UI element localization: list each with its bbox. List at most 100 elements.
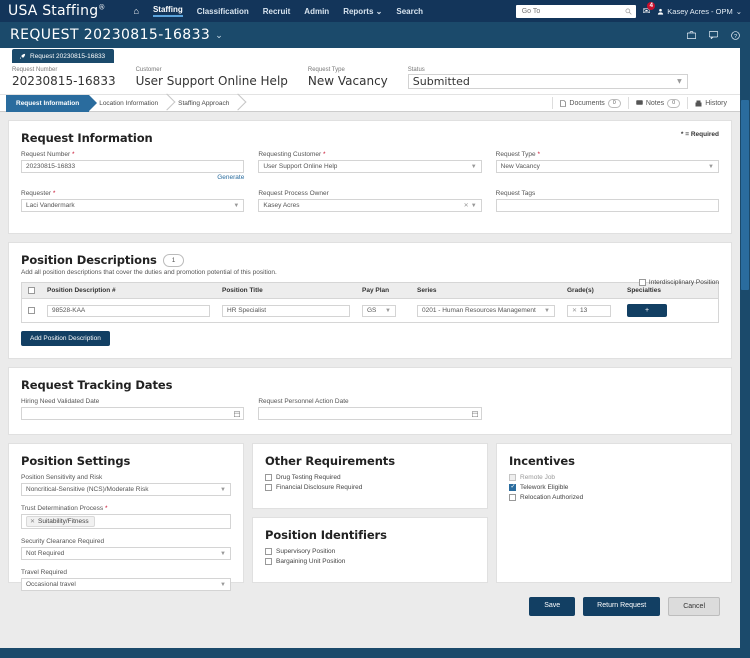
bargaining-unit-position-checkbox[interactable]: Bargaining Unit Position <box>265 558 475 566</box>
notes-count: 0 <box>667 98 681 108</box>
pd-number-value: 98528-KAA <box>52 307 86 315</box>
security-clearance-value: Not Required <box>26 550 65 558</box>
checkbox-icon[interactable] <box>28 307 35 315</box>
column-pay-plan: Pay Plan <box>356 282 411 300</box>
briefcase-icon[interactable] <box>687 30 696 40</box>
series-select[interactable]: 0201 - Human Resources Management ▼ <box>417 304 555 317</box>
checkbox-icon[interactable] <box>265 548 272 556</box>
generate-link[interactable]: Generate <box>21 174 244 181</box>
position-settings-column: Position Settings Position Sensitivity a… <box>8 443 244 592</box>
checkbox-icon[interactable] <box>265 484 272 492</box>
page-scrollbar-track[interactable] <box>740 48 750 648</box>
hiring-need-date-input[interactable] <box>21 407 245 421</box>
security-clearance-select[interactable]: Not Required ▼ <box>21 547 231 561</box>
home-icon[interactable]: ⌂ <box>134 6 139 16</box>
remove-tag-icon[interactable]: ✕ <box>30 518 35 525</box>
checkbox-icon[interactable] <box>509 494 516 502</box>
avatar-icon <box>657 8 664 15</box>
page-title-dropdown-icon[interactable]: ⌄ <box>215 30 223 41</box>
relocation-authorized-checkbox[interactable]: Relocation Authorized <box>509 494 719 502</box>
save-button[interactable]: Save <box>529 597 576 617</box>
checkbox-icon[interactable] <box>28 287 35 294</box>
goto-input[interactable] <box>519 6 632 16</box>
request-tab-strip: Request 20230815-16833 <box>0 48 740 63</box>
pay-plan-select[interactable]: GS ▼ <box>362 304 396 317</box>
nav-link-admin[interactable]: Admin <box>304 7 329 16</box>
trust-determination-tag[interactable]: ✕ Suitability/Fitness <box>26 516 95 528</box>
request-tab[interactable]: Request 20230815-16833 <box>12 49 115 63</box>
rocket-icon <box>19 53 26 60</box>
step-request-information[interactable]: Request Information <box>6 94 98 112</box>
return-request-button[interactable]: Return Request <box>583 597 661 617</box>
nav-link-reports[interactable]: Reports ⌄ <box>343 7 382 16</box>
nav-right-group: ✉4 Kasey Acres - OPM ⌄ <box>515 1 742 18</box>
step-staffing-approach[interactable]: Staffing Approach <box>168 95 239 112</box>
nav-link-search[interactable]: Search <box>396 7 423 16</box>
checkbox-icon[interactable] <box>638 279 646 286</box>
pay-plan-value: GS <box>367 307 377 315</box>
interdisciplinary-position-checkbox[interactable]: Interdisciplinary Position <box>638 279 719 286</box>
cancel-button[interactable]: Cancel <box>668 597 720 617</box>
goto-search-box[interactable] <box>515 4 636 18</box>
pd-number-input[interactable]: 98528-KAA <box>47 304 210 317</box>
add-position-description-button[interactable]: Add Position Description <box>21 331 110 347</box>
checkbox-icon[interactable] <box>265 474 272 482</box>
help-icon[interactable]: ? <box>731 30 740 40</box>
drug-testing-required-checkbox[interactable]: Drug Testing Required <box>265 474 475 482</box>
travel-required-field: Travel Required Occasional travel ▼ <box>21 569 231 592</box>
grades-input[interactable]: ✕ 13 <box>567 304 611 317</box>
trust-determination-tag-label: Suitability/Fitness <box>38 518 89 526</box>
calendar-icon[interactable] <box>471 411 478 417</box>
bottom-columns: Position Settings Position Sensitivity a… <box>8 443 732 592</box>
summary-customer: Customer User Support Online Help <box>136 67 288 88</box>
checkbox-icon[interactable] <box>265 558 272 566</box>
request-number-label: Request Number * <box>21 151 75 158</box>
mail-icon[interactable]: ✉ 4 <box>643 1 656 17</box>
requesting-customer-select[interactable]: User Support Online Help ▼ <box>258 160 482 173</box>
step-location-information[interactable]: Location Information <box>89 95 168 112</box>
hiring-need-label: Hiring Need Validated Date <box>21 398 100 406</box>
requesting-customer-label: Requesting Customer * <box>258 151 326 158</box>
status-select[interactable]: Submitted ▼ <box>407 74 688 89</box>
history-link[interactable]: History <box>687 97 734 109</box>
financial-disclosure-required-checkbox[interactable]: Financial Disclosure Required <box>265 484 475 492</box>
supervisory-position-checkbox[interactable]: Supervisory Position <box>265 548 475 556</box>
request-type-select[interactable]: New Vacancy ▼ <box>495 160 719 173</box>
request-tags-input[interactable] <box>495 199 719 212</box>
checkbox-icon[interactable] <box>509 483 516 492</box>
nav-link-staffing[interactable]: Staffing <box>152 5 183 17</box>
clear-icon[interactable]: ✕ <box>464 202 469 209</box>
remove-icon[interactable]: ✕ <box>572 307 577 314</box>
page-title: REQUEST 20230815-16833 <box>10 27 211 43</box>
position-descriptions-heading: Position Descriptions <box>21 253 157 267</box>
nav-link-classification[interactable]: Classification <box>197 7 249 16</box>
chevron-down-icon: ▼ <box>544 307 550 314</box>
nav-link-recruit[interactable]: Recruit <box>263 7 291 16</box>
calendar-icon[interactable] <box>234 411 241 417</box>
travel-required-select[interactable]: Occasional travel ▼ <box>21 578 231 592</box>
position-title-value: HR Specialist <box>227 307 267 315</box>
chevron-down-icon: ▼ <box>470 202 477 209</box>
request-number-input[interactable]: 20230815-16833 <box>21 160 245 173</box>
summary-request-number: Request Number 20230815-16833 <box>12 67 116 88</box>
mail-badge: 4 <box>647 1 656 10</box>
page-scrollbar-thumb[interactable] <box>741 100 749 290</box>
request-process-owner-select[interactable]: Kasey Acres ✕ ▼ <box>258 199 482 212</box>
document-icon <box>560 99 567 107</box>
documents-label: Documents <box>569 99 605 107</box>
trust-determination-input[interactable]: ✕ Suitability/Fitness <box>21 514 231 530</box>
chevron-down-icon: ▼ <box>220 486 226 493</box>
requester-select[interactable]: Laci Vandermark ▼ <box>21 199 245 212</box>
position-sensitivity-select[interactable]: Noncritical-Sensitive (NCS)/Moderate Ris… <box>21 483 231 497</box>
trust-determination-label: Trust Determination Process * <box>21 505 108 513</box>
summary-label: Request Number <box>12 67 58 73</box>
chat-icon[interactable] <box>709 30 718 40</box>
search-icon <box>625 8 632 15</box>
user-menu[interactable]: Kasey Acres - OPM ⌄ <box>657 7 742 16</box>
notes-link[interactable]: Notes 0 <box>627 97 687 109</box>
add-specialty-button[interactable]: + <box>627 304 667 318</box>
documents-link[interactable]: Documents 0 <box>552 97 627 109</box>
position-title-input[interactable]: HR Specialist <box>222 304 350 317</box>
personnel-action-date-input[interactable] <box>258 407 482 421</box>
telework-eligible-checkbox[interactable]: Telework Eligible <box>509 483 719 492</box>
